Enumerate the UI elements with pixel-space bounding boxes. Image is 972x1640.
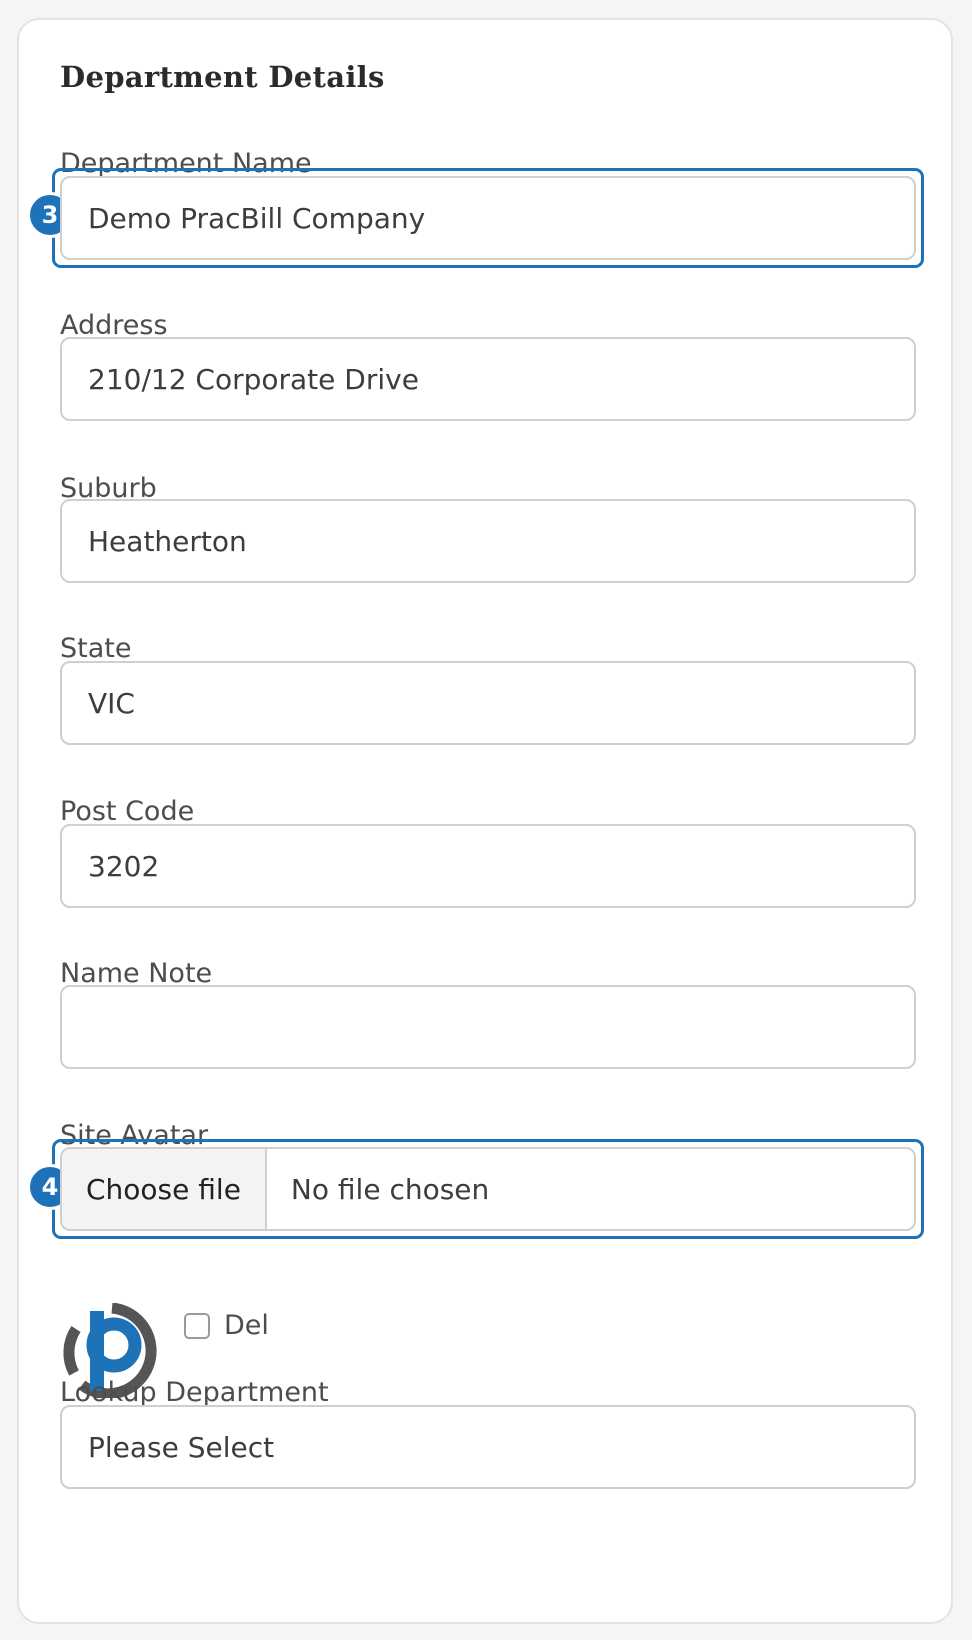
site-avatar-file-input[interactable]: Choose file No file chosen bbox=[60, 1147, 916, 1231]
state-input[interactable]: VIC bbox=[60, 661, 916, 745]
name-note-input[interactable] bbox=[60, 985, 916, 1069]
post-code-label: Post Code bbox=[60, 796, 195, 827]
department-name-input[interactable]: Demo PracBill Company bbox=[60, 176, 916, 260]
suburb-input[interactable]: Heatherton bbox=[60, 499, 916, 583]
delete-avatar-checkbox[interactable] bbox=[184, 1312, 210, 1339]
choose-file-button[interactable]: Choose file bbox=[62, 1149, 267, 1229]
post-code-input[interactable]: 3202 bbox=[60, 824, 916, 908]
lookup-department-label: Lookup Department bbox=[60, 1377, 329, 1408]
delete-avatar-label: Del bbox=[224, 1310, 269, 1341]
card-title: Department Details bbox=[60, 60, 385, 94]
department-details-card: Department Details Department Name 3 Dem… bbox=[17, 18, 953, 1624]
address-input[interactable]: 210/12 Corporate Drive bbox=[60, 337, 916, 421]
lookup-department-select[interactable]: Please Select bbox=[60, 1405, 916, 1489]
file-status-text: No file chosen bbox=[290, 1172, 490, 1206]
state-label: State bbox=[60, 633, 132, 664]
delete-avatar-option[interactable]: Del bbox=[184, 1310, 269, 1341]
